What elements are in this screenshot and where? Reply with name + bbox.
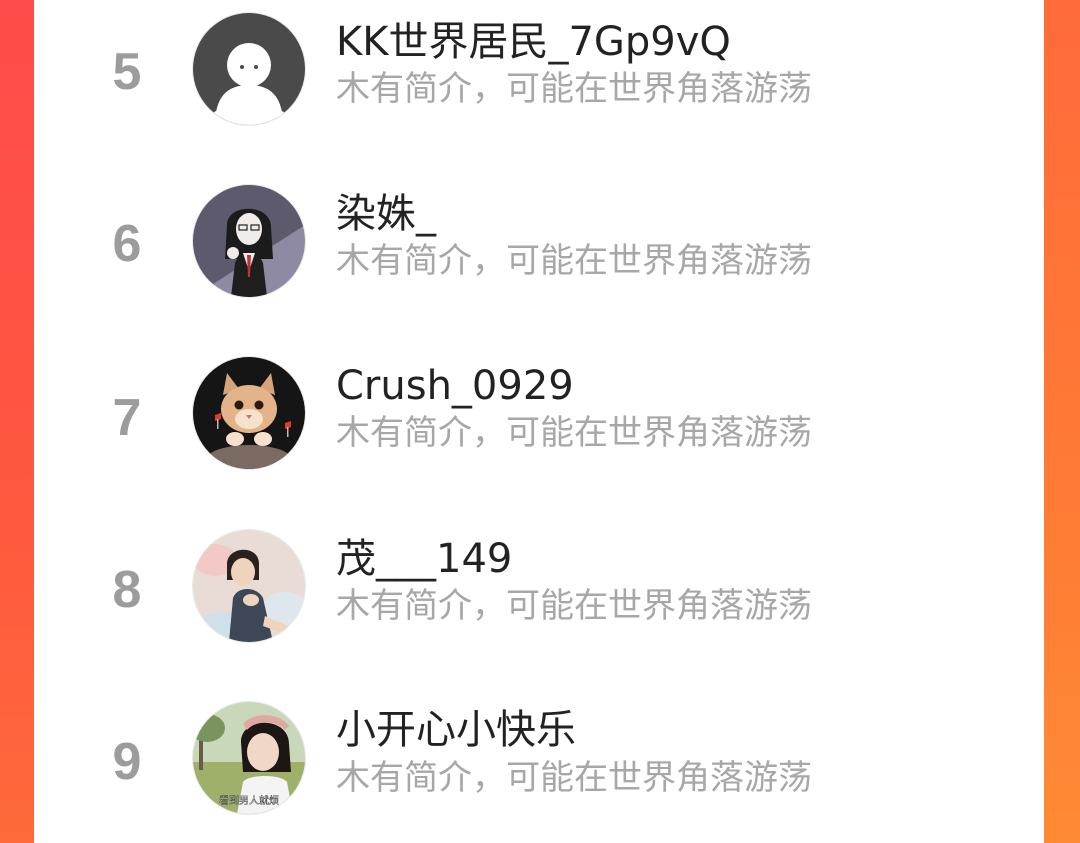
- rank-number: 7: [112, 389, 142, 447]
- user-name[interactable]: 染姝_: [336, 194, 436, 234]
- user-name[interactable]: Crush_0929: [336, 366, 574, 406]
- girl-photo-avatar-icon[interactable]: 看到男人就烦: [193, 702, 305, 814]
- user-name[interactable]: 茂___149: [336, 539, 512, 579]
- rank-number: 9: [112, 733, 142, 791]
- ranking-row[interactable]: 9 看到男人就烦 小开心小快乐 木有简介，可能在世界角落游荡: [34, 688, 1044, 843]
- user-bio: 木有简介，可能在世界角落游荡: [336, 413, 812, 453]
- ranking-row[interactable]: 8 茂___149 木有简介，可能在世界角落游荡: [34, 516, 1044, 688]
- anime-girl-avatar-icon[interactable]: [193, 185, 305, 297]
- user-bio: 木有简介，可能在世界角落游荡: [336, 69, 812, 109]
- user-name[interactable]: 小开心小快乐: [336, 710, 576, 750]
- rank-number: 8: [112, 561, 142, 619]
- rank-number: 6: [112, 215, 142, 273]
- user-bio: 木有简介，可能在世界角落游荡: [336, 758, 812, 798]
- ranking-row[interactable]: 7 Crush_0929 木有简介，可能在世界角落游荡: [34, 344, 1044, 516]
- left-frame-border: [0, 0, 34, 843]
- ranking-panel: 5 KK世界居民_7Gp9vQ 木有简介，可能在世界角落游荡 6 染姝_ 木有简…: [34, 0, 1044, 843]
- user-name[interactable]: KK世界居民_7Gp9vQ: [336, 22, 731, 62]
- avatar-caption: 看到男人就烦: [219, 794, 279, 807]
- ranking-row[interactable]: 5 KK世界居民_7Gp9vQ 木有简介，可能在世界角落游荡: [34, 0, 1044, 172]
- right-frame-border: [1044, 0, 1080, 843]
- rank-number: 5: [112, 43, 142, 101]
- cat-avatar-icon[interactable]: [193, 357, 305, 469]
- user-bio: 木有简介，可能在世界角落游荡: [336, 586, 812, 626]
- user-bio: 木有简介，可能在世界角落游荡: [336, 241, 812, 281]
- child-photo-avatar-icon[interactable]: [193, 530, 305, 642]
- default-user-avatar-icon[interactable]: [193, 13, 305, 125]
- ranking-row[interactable]: 6 染姝_ 木有简介，可能在世界角落游荡: [34, 172, 1044, 344]
